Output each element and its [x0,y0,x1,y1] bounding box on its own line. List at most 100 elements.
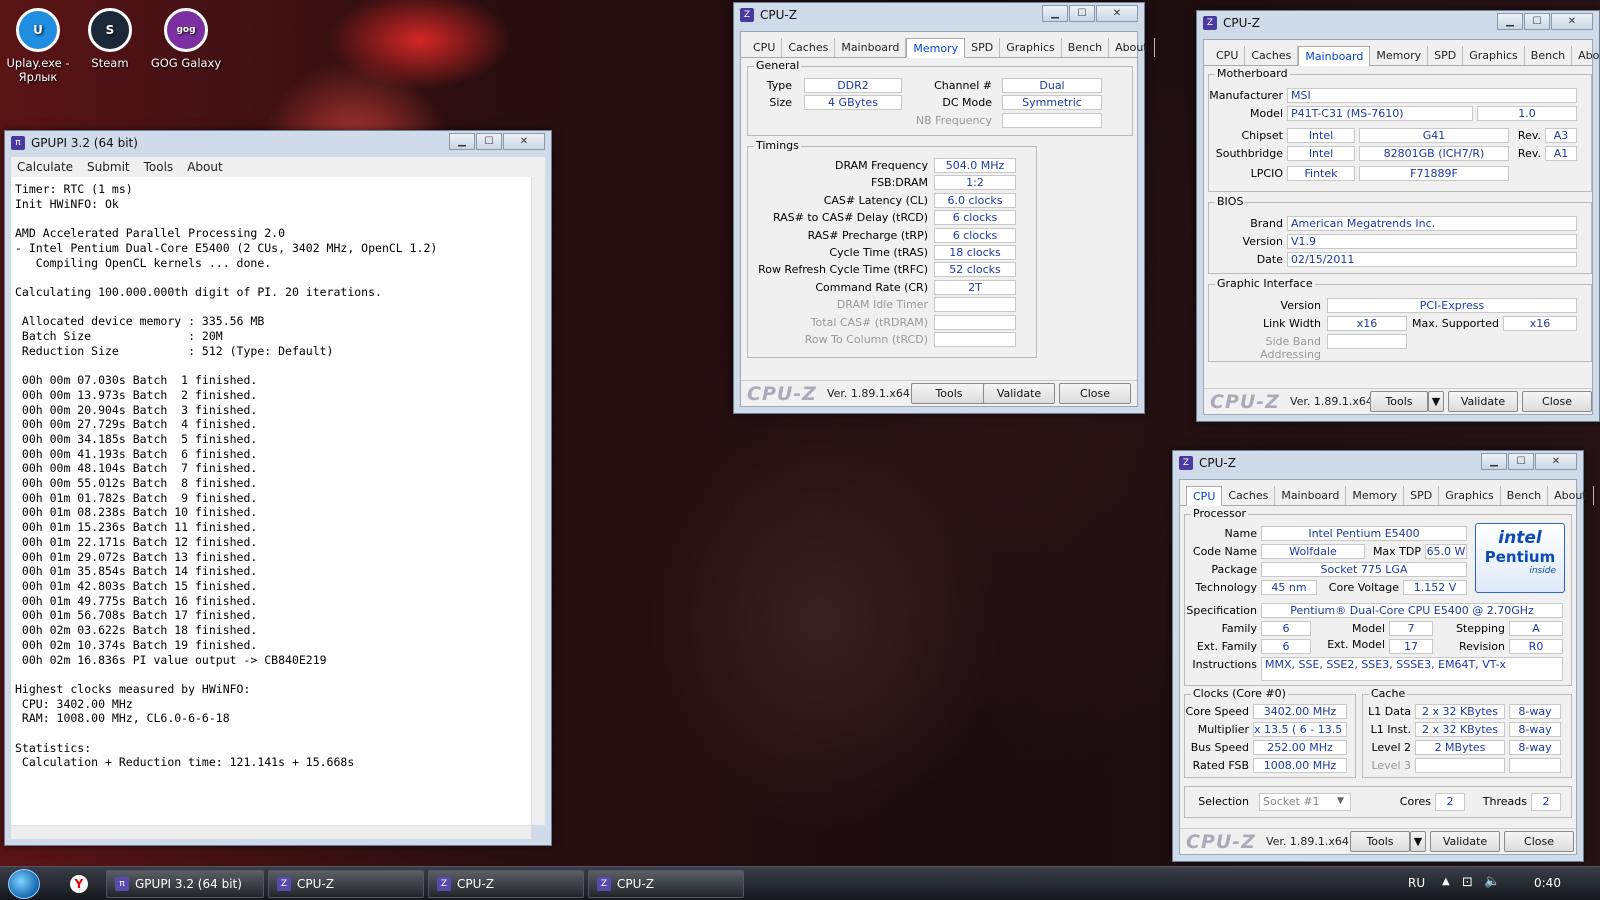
graphic-interface-group: Graphic Interface Version PCI-Express Li… [1208,277,1592,362]
taskbar-item-cpuz-2[interactable]: Z CPU-Z [428,870,584,898]
tab-caches[interactable]: Caches [1245,46,1299,65]
tray-expand-icon[interactable]: ▲ [1442,876,1450,887]
vertical-scrollbar[interactable] [531,177,545,825]
close-app-button[interactable]: Close [1522,391,1592,412]
language-indicator[interactable]: RU [1408,876,1425,890]
bus-speed-value: 252.00 MHz [1253,740,1347,755]
tools-button[interactable]: Tools [1350,831,1410,852]
desktop-icon-uplay[interactable]: U Uplay.exe - Ярлык [0,8,76,84]
volume-icon[interactable]: 🔈 [1484,874,1500,889]
start-button[interactable] [8,869,40,899]
taskbar-item-gpupi[interactable]: π GPUPI 3.2 (64 bit) [106,870,264,898]
menu-calculate[interactable]: Calculate [17,160,73,174]
tab-graphics[interactable]: Graphics [1463,46,1525,65]
timing-label: CAS# Latency (CL) [823,193,928,207]
size-value: 4 GBytes [804,95,902,110]
tab-memory[interactable]: Memory [1346,486,1405,505]
name-label: Name [1224,527,1257,540]
dcmode-value: Symmetric [1002,95,1102,110]
yandex-icon[interactable]: Y [70,875,88,893]
taskbar-item-label: CPU-Z [457,877,494,891]
close-button[interactable]: ✕ [1551,13,1593,30]
gi-version-value: PCI-Express [1327,298,1577,313]
validate-button[interactable]: Validate [1430,831,1500,852]
bios-brand-value: American Megatrends Inc. [1287,216,1577,231]
tab-spd[interactable]: SPD [965,38,1001,57]
multiplier-label: Multiplier [1197,723,1249,736]
taskbar-item-cpuz-3[interactable]: Z CPU-Z [588,870,744,898]
tab-caches[interactable]: Caches [1222,486,1276,505]
maximize-button[interactable]: ☐ [476,133,502,150]
maximize-button[interactable]: ☐ [1069,5,1095,22]
group-label: Clocks (Core #0) [1191,687,1288,700]
tab-spd[interactable]: SPD [1428,46,1464,65]
minimize-button[interactable]: ▁ [1481,453,1507,470]
taskbar-item-cpuz-1[interactable]: Z CPU-Z [268,870,424,898]
cores-label: Cores [1399,795,1431,808]
tab-about[interactable]: About [1109,38,1155,57]
stepping-value: A [1509,621,1563,636]
core-speed-value: 3402.00 MHz [1253,704,1347,719]
tab-bench[interactable]: Bench [1501,486,1549,505]
tab-about[interactable]: About [1572,46,1600,65]
tab-cpu[interactable]: CPU [1186,486,1223,506]
menu-submit[interactable]: Submit [87,160,130,174]
close-button[interactable]: ✕ [503,133,545,150]
tab-mainboard[interactable]: Mainboard [1275,486,1347,505]
chipset-value: G41 [1359,128,1509,143]
l1-inst-assoc: 8-way [1509,722,1561,737]
minimize-button[interactable]: ▁ [449,133,475,150]
timing-label: DRAM Frequency [834,159,928,172]
minimize-button[interactable]: ▁ [1497,13,1523,30]
tab-caches[interactable]: Caches [782,38,836,57]
version-label: Ver. 1.89.1.x64 [1289,395,1373,408]
codename-value: Wolfdale [1261,544,1365,559]
output-log[interactable]: Timer: RTC (1 ms) Init HWiNFO: Ok AMD Ac… [11,177,531,825]
tab-memory[interactable]: Memory [906,38,966,58]
validate-button[interactable]: Validate [983,383,1055,404]
desktop-icon-steam[interactable]: S Steam [72,8,148,70]
group-label: Cache [1369,687,1408,700]
cpuz-logo: CPU-Z [1210,390,1280,413]
tab-graphics[interactable]: Graphics [1000,38,1062,57]
group-label: Timings [754,139,801,152]
desktop-icon-gog[interactable]: gog GOG Galaxy [148,8,224,70]
timing-label: FSB:DRAM [870,176,928,190]
maximize-button[interactable]: ☐ [1508,453,1534,470]
close-app-button[interactable]: Close [1504,831,1574,852]
close-button[interactable]: ✕ [1096,5,1138,22]
bios-version-value: V1.9 [1287,234,1577,249]
tools-dropdown-arrow[interactable]: ▼ [1410,831,1426,852]
chipset-label: Chipset [1241,129,1283,142]
minimize-button[interactable]: ▁ [1042,5,1068,22]
chipset-rev-value: A3 [1545,128,1577,143]
validate-button[interactable]: Validate [1448,391,1518,412]
tab-cpu[interactable]: CPU [747,38,783,57]
close-app-button[interactable]: Close [1059,383,1131,404]
maximize-button[interactable]: ☐ [1524,13,1550,30]
tab-bench[interactable]: Bench [1525,46,1573,65]
menu-about[interactable]: About [187,160,222,174]
tab-bench[interactable]: Bench [1062,38,1110,57]
tools-dropdown-arrow[interactable]: ▼ [1428,391,1444,412]
l1-inst-label: L1 Inst. [1370,723,1411,736]
network-icon[interactable]: ⊡ [1462,875,1473,890]
tab-mainboard[interactable]: Mainboard [835,38,907,57]
timing-value: 2T [934,279,1016,295]
tools-button[interactable]: Tools [1370,391,1428,412]
close-button[interactable]: ✕ [1535,453,1577,470]
tab-graphics[interactable]: Graphics [1439,486,1501,505]
tab-mainboard[interactable]: Mainboard [1298,46,1371,66]
chevron-down-icon[interactable]: ▼ [1337,796,1344,806]
tab-memory[interactable]: Memory [1370,46,1429,65]
menu-tools[interactable]: Tools [144,160,174,174]
tools-button[interactable]: Tools [911,383,987,404]
cpuz-mainboard-window: Z CPU-Z ▁ ☐ ✕ CPU Caches Mainboard Memor… [1196,10,1600,422]
tab-about[interactable]: About [1548,486,1594,505]
clock[interactable]: 0:40 [1534,876,1561,890]
horizontal-scrollbar[interactable] [11,825,531,839]
stepping-label: Stepping [1455,622,1505,635]
tab-cpu[interactable]: CPU [1210,46,1246,65]
tab-spd[interactable]: SPD [1404,486,1440,505]
southbridge-vendor-value: Intel [1287,146,1355,161]
